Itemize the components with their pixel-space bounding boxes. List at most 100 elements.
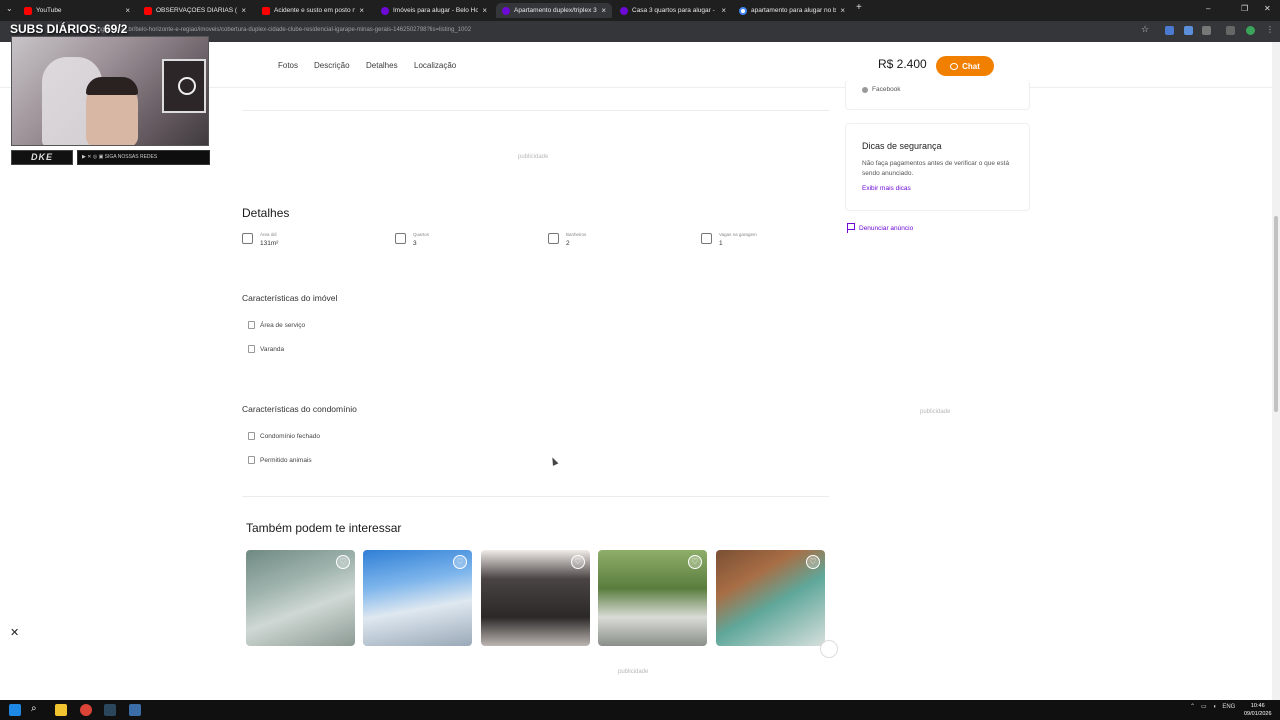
related-listings-title: Também podem te interessar: [246, 521, 402, 535]
related-listing-card[interactable]: ♡: [363, 550, 472, 646]
puzzle-icon[interactable]: [1202, 26, 1211, 35]
close-icon[interactable]: ×: [241, 6, 246, 15]
close-icon[interactable]: ×: [601, 6, 606, 15]
page-scrollbar[interactable]: [1272, 42, 1280, 700]
property-features-title: Características do imóvel: [242, 293, 338, 303]
stat-value: 131m²: [260, 240, 279, 247]
tab-search-icon[interactable]: ⌄: [6, 4, 13, 13]
tab-label: Imóveis para alugar - Belo Hor: [393, 7, 479, 14]
chevron-up-icon[interactable]: ⌃: [1190, 703, 1195, 710]
scrollbar-thumb[interactable]: [1274, 216, 1278, 412]
stat-value: 3: [413, 240, 417, 247]
related-listing-card[interactable]: ♡: [246, 550, 355, 646]
sidepanel-icon[interactable]: [1226, 26, 1235, 35]
search-icon[interactable]: ⌕: [31, 703, 43, 715]
close-icon[interactable]: ×: [359, 6, 364, 15]
report-ad-link[interactable]: Denunciar anúncio: [847, 223, 913, 233]
youtube-icon: [262, 6, 270, 15]
chrome-icon[interactable]: [80, 704, 92, 716]
feature-item: Condomínio fechado: [248, 432, 320, 440]
details-title: Detalhes: [242, 206, 290, 220]
show-more-tips-link[interactable]: Exibir mais dicas: [862, 185, 911, 192]
browser-tab[interactable]: YouTube ×: [18, 3, 136, 18]
star-icon[interactable]: ☆: [1141, 24, 1150, 34]
taskbar-clock[interactable]: 10:46 09/01/2026: [1244, 702, 1272, 718]
subs-counter: SUBS DIÁRIOS: 69/2: [10, 22, 128, 36]
volume-icon[interactable]: ◖: [1213, 704, 1217, 710]
steam-icon[interactable]: [104, 704, 116, 716]
tab-label: YouTube: [36, 7, 62, 14]
safety-tips-title: Dicas de segurança: [862, 141, 942, 151]
translate-icon[interactable]: [1184, 26, 1193, 35]
browser-tab[interactable]: Casa 3 quartos para alugar - N ×: [614, 3, 732, 18]
browser-tab[interactable]: Imóveis para alugar - Belo Hor ×: [375, 3, 493, 18]
window-close-icon[interactable]: ✕: [1264, 4, 1271, 13]
nav-detalhes[interactable]: Detalhes: [366, 61, 398, 70]
youtube-icon: [24, 6, 32, 15]
carousel-next-button[interactable]: [820, 640, 838, 658]
section-divider: [242, 496, 829, 497]
close-icon[interactable]: ×: [721, 6, 726, 15]
close-icon[interactable]: ×: [125, 6, 130, 15]
browser-tab[interactable]: OBSERVAÇÕES DIÁRIAS (EP.30 ×: [138, 3, 252, 18]
share-facebook-label: Facebook: [872, 86, 901, 93]
mouse-cursor: [549, 456, 559, 466]
tab-label: OBSERVAÇÕES DIÁRIAS (EP.30: [156, 7, 238, 14]
calculator-icon[interactable]: [129, 704, 141, 716]
area-icon: [242, 233, 253, 244]
close-icon[interactable]: ×: [840, 6, 845, 15]
language-indicator[interactable]: ENG: [1222, 704, 1235, 710]
extension-icon[interactable]: [1165, 26, 1174, 35]
url-field[interactable]: mg.olx.com.br/belo-horizonte-e-regiao/im…: [96, 27, 471, 33]
feature-item: Permitido animais: [248, 456, 312, 464]
browser-tab[interactable]: Acidente e susto em posto na ×: [256, 3, 370, 18]
facebook-icon: [862, 86, 868, 93]
favorite-heart-icon[interactable]: ♡: [688, 555, 702, 569]
olx-icon: [502, 6, 510, 15]
olx-icon: [620, 6, 628, 15]
restore-icon[interactable]: ❐: [1241, 4, 1248, 13]
flag-icon: [847, 223, 855, 233]
profile-avatar-icon[interactable]: [1246, 26, 1255, 35]
minimize-icon[interactable]: –: [1206, 4, 1210, 13]
laundry-icon: [248, 321, 255, 329]
chat-icon: [950, 62, 959, 70]
nav-descricao[interactable]: Descrição: [314, 61, 350, 70]
bath-icon: [548, 233, 559, 244]
chat-button[interactable]: Chat: [936, 56, 994, 76]
section-divider: [242, 110, 829, 111]
favorite-heart-icon[interactable]: ♡: [453, 555, 467, 569]
stat-label: Banheiros: [566, 232, 587, 237]
ad-placeholder-label: publicidade: [920, 409, 951, 415]
new-tab-icon[interactable]: +: [856, 2, 862, 13]
browser-tab[interactable]: apartamento para alugar no b ×: [733, 3, 851, 18]
related-listing-card[interactable]: ♡: [598, 550, 707, 646]
stat-value: 1: [719, 240, 723, 247]
file-explorer-icon[interactable]: [55, 704, 67, 716]
related-listing-card[interactable]: ♡: [716, 550, 825, 646]
stat-label: Quartos: [413, 232, 430, 237]
youtube-icon: [144, 6, 152, 15]
system-tray: ⌃ ▭ ◖ ENG: [1190, 703, 1235, 711]
monitor-shape: [162, 59, 206, 113]
favorite-heart-icon[interactable]: ♡: [336, 555, 350, 569]
more-menu-icon[interactable]: ⋮: [1266, 25, 1275, 34]
social-banner: ▶ ✕ ◎ ▣ SIGA NOSSAS REDES: [77, 150, 210, 165]
share-facebook[interactable]: Facebook: [862, 86, 901, 93]
browser-tab-strip: ⌄ YouTube × OBSERVAÇÕES DIÁRIAS (EP.30 ×…: [0, 0, 1280, 21]
favorite-heart-icon[interactable]: ♡: [571, 555, 585, 569]
nav-localizacao[interactable]: Localização: [414, 61, 456, 70]
windows-taskbar: ⌕ ⌃ ▭ ◖ ENG 10:46 09/01/2026: [0, 700, 1280, 720]
close-icon[interactable]: ✕: [10, 626, 19, 639]
network-icon[interactable]: ▭: [1201, 703, 1207, 710]
chat-label: Chat: [962, 61, 980, 71]
favorite-heart-icon[interactable]: ♡: [806, 555, 820, 569]
related-listing-card[interactable]: ♡: [481, 550, 590, 646]
bed-icon: [395, 233, 406, 244]
browser-tab-active[interactable]: Apartamento duplex/triplex 3 ×: [496, 3, 612, 18]
nav-fotos[interactable]: Fotos: [278, 61, 298, 70]
tab-label: Apartamento duplex/triplex 3: [514, 7, 597, 14]
windows-start-icon[interactable]: [9, 704, 21, 716]
stat-label: Área útil: [260, 232, 277, 237]
close-icon[interactable]: ×: [482, 6, 487, 15]
